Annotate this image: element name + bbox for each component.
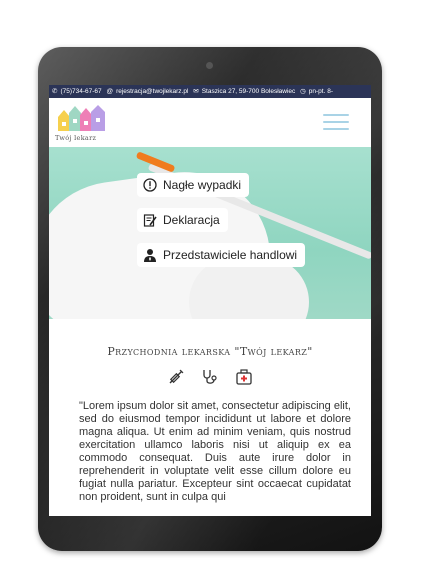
clock-icon: ◷: [300, 88, 306, 95]
camera-dot: [206, 62, 213, 69]
phone-icon: ✆: [52, 88, 58, 95]
form-edit-icon: [143, 214, 157, 227]
exclamation-circle-icon: [143, 178, 157, 192]
syringe-icon: [167, 368, 185, 386]
intro-paragraph: "Lorem ipsum dolor sit amet, consectetur…: [79, 400, 351, 503]
sales-reps-button[interactable]: Przedstawiciele handlowi: [137, 243, 306, 267]
contact-email[interactable]: rejestracja@twojlekarz.pl: [116, 88, 188, 95]
tablet-frame: ✆ (75)734-67-67 @ rejestracja@twojlekarz.p…: [38, 47, 382, 551]
user-tie-icon: [144, 249, 156, 262]
hero-banner: Nagłe wypadki Deklaracja Przedstawiciele: [49, 147, 371, 319]
declaration-button[interactable]: Deklaracja: [137, 208, 228, 232]
clinic-title: Przychodnia lekarska "Twój lekarz": [107, 345, 313, 358]
emergency-label: Nagłe wypadki: [163, 178, 242, 192]
contact-address: Staszica 27, 59-700 Bolesławiec: [201, 88, 296, 95]
content-section: Przychodnia lekarska "Twój lekarz" "Lore…: [49, 319, 371, 516]
medical-kit-icon: [235, 368, 253, 386]
device-screen: ✆ (75)734-67-67 @ rejestracja@twojlekarz.p…: [49, 85, 371, 516]
emergency-button[interactable]: Nagłe wypadki: [137, 173, 250, 197]
envelope-icon: ✉: [193, 88, 199, 95]
declaration-label: Deklaracja: [163, 213, 220, 227]
contact-phone[interactable]: (75)734-67-67: [60, 88, 101, 95]
logo-text: Twój lekarz: [55, 134, 97, 142]
contact-hours: pn-pt. 8-: [308, 88, 333, 95]
feature-icons: [49, 368, 371, 388]
contact-bar: ✆ (75)734-67-67 @ rejestracja@twojlekarz.p…: [49, 85, 371, 98]
email-icon: @: [106, 88, 114, 95]
stethoscope-icon: [201, 368, 219, 386]
site-header: Twój lekarz: [49, 98, 371, 147]
sales-reps-label: Przedstawiciele handlowi: [163, 248, 298, 262]
hamburger-menu-icon[interactable]: [323, 114, 349, 132]
